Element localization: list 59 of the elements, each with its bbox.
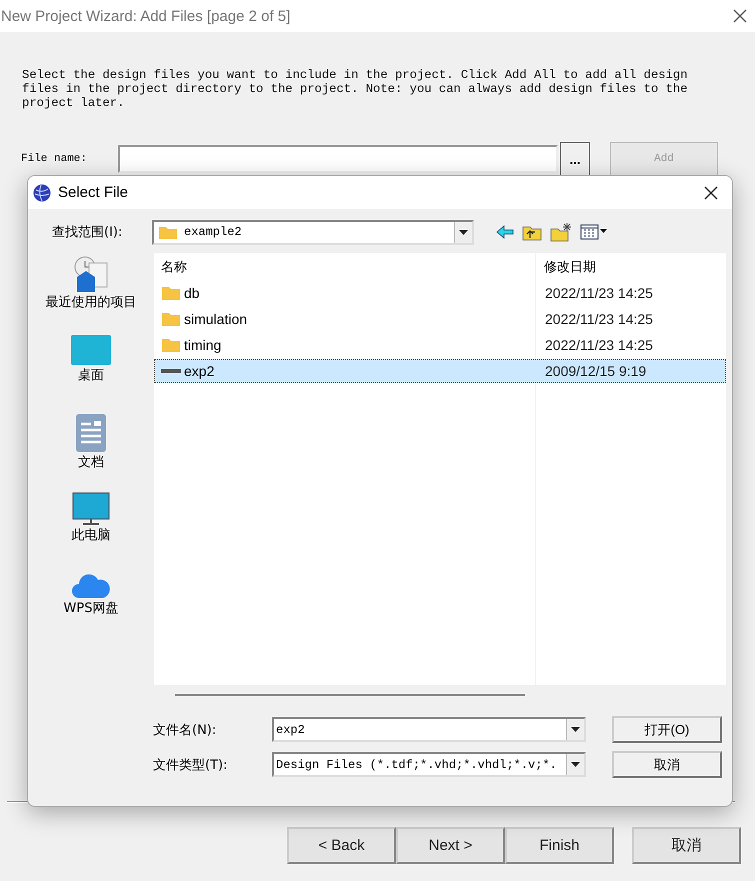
place-label: 桌面	[78, 368, 104, 383]
file-date: 2009/12/15 9:19	[544, 363, 646, 379]
new-folder-icon[interactable]	[550, 222, 572, 242]
description-text: Select the design files you want to include in the project. Click Add All to add all design files in the project directory to the project. Note: you can always add design files to the project later.	[22, 68, 689, 110]
file-name-label: File name:	[21, 153, 88, 165]
place-item[interactable]: 此电脑	[36, 492, 146, 559]
folder-icon	[161, 311, 181, 327]
wizard-button[interactable]: Next >	[396, 827, 505, 864]
file-name: timing	[184, 337, 222, 353]
file-icon	[161, 368, 181, 374]
file-date: 2022/11/23 14:25	[544, 285, 653, 301]
dropdown-arrow-icon	[459, 230, 468, 234]
place-label: 文档	[78, 455, 104, 470]
place-label: WPS网盘	[64, 601, 118, 616]
file-name: simulation	[184, 311, 248, 327]
place-item[interactable]: 文档	[36, 413, 146, 480]
file-date: 2022/11/23 14:25	[544, 311, 653, 327]
file-name-label: 文件名(N):	[153, 722, 218, 738]
wizard-button[interactable]: 取消	[632, 827, 741, 864]
column-header[interactable]: 名称	[154, 258, 536, 276]
document-icon	[75, 413, 107, 453]
place-item[interactable]: 桌面	[36, 334, 146, 401]
file-date: 2022/11/23 14:25	[544, 337, 653, 353]
desktop-icon	[70, 334, 112, 366]
dropdown-arrow-icon	[571, 727, 580, 732]
wizard-button[interactable]: Finish	[505, 827, 614, 864]
open-button[interactable]: 打开(O)	[612, 716, 722, 743]
look-in-dropdown[interactable]: example2	[152, 220, 474, 244]
place-item[interactable]: WPS网盘	[36, 571, 146, 638]
file-name: db	[184, 285, 200, 301]
file-row[interactable]: db 2022/11/23 14:25	[154, 281, 726, 305]
close-icon[interactable]	[704, 186, 718, 200]
column-header[interactable]: 修改日期	[536, 258, 596, 276]
file-row[interactable]: timing 2022/11/23 14:25	[154, 333, 726, 357]
folder-icon	[161, 285, 181, 301]
browse-button[interactable]: ...	[560, 142, 590, 176]
close-icon[interactable]	[732, 8, 748, 24]
look-in-label: 查找范围(I):	[52, 224, 124, 241]
file-name: exp2	[184, 363, 214, 379]
view-menu-icon[interactable]	[580, 224, 608, 240]
file-name-field[interactable]	[118, 145, 558, 173]
file-name-dropdown[interactable]: exp2	[272, 717, 586, 742]
globe-icon	[32, 182, 52, 202]
dropdown-arrow-icon	[571, 762, 580, 767]
dialog-title: Select File	[58, 184, 130, 201]
file-type-dropdown[interactable]: Design Files (*.tdf;*.vhd;*.vhdl;*.v;*.	[272, 752, 586, 777]
folder-icon	[158, 224, 178, 240]
wizard-button[interactable]: < Back	[287, 827, 396, 864]
monitor-icon	[72, 492, 110, 526]
place-item[interactable]: 最近使用的项目	[36, 255, 146, 322]
folder-icon	[161, 337, 181, 353]
file-row[interactable]: simulation 2022/11/23 14:25	[154, 307, 726, 331]
place-label: 最近使用的项目	[46, 295, 136, 310]
cancel-button[interactable]: 取消	[612, 751, 722, 778]
file-type-label: 文件类型(T):	[153, 756, 228, 774]
window-title: New Project Wizard: Add Files [page 2 of 5]	[1, 8, 290, 24]
file-row[interactable]: exp2 2009/12/15 9:19	[154, 359, 726, 383]
back-arrow-icon[interactable]	[496, 225, 514, 239]
place-label: 此电脑	[72, 528, 110, 543]
